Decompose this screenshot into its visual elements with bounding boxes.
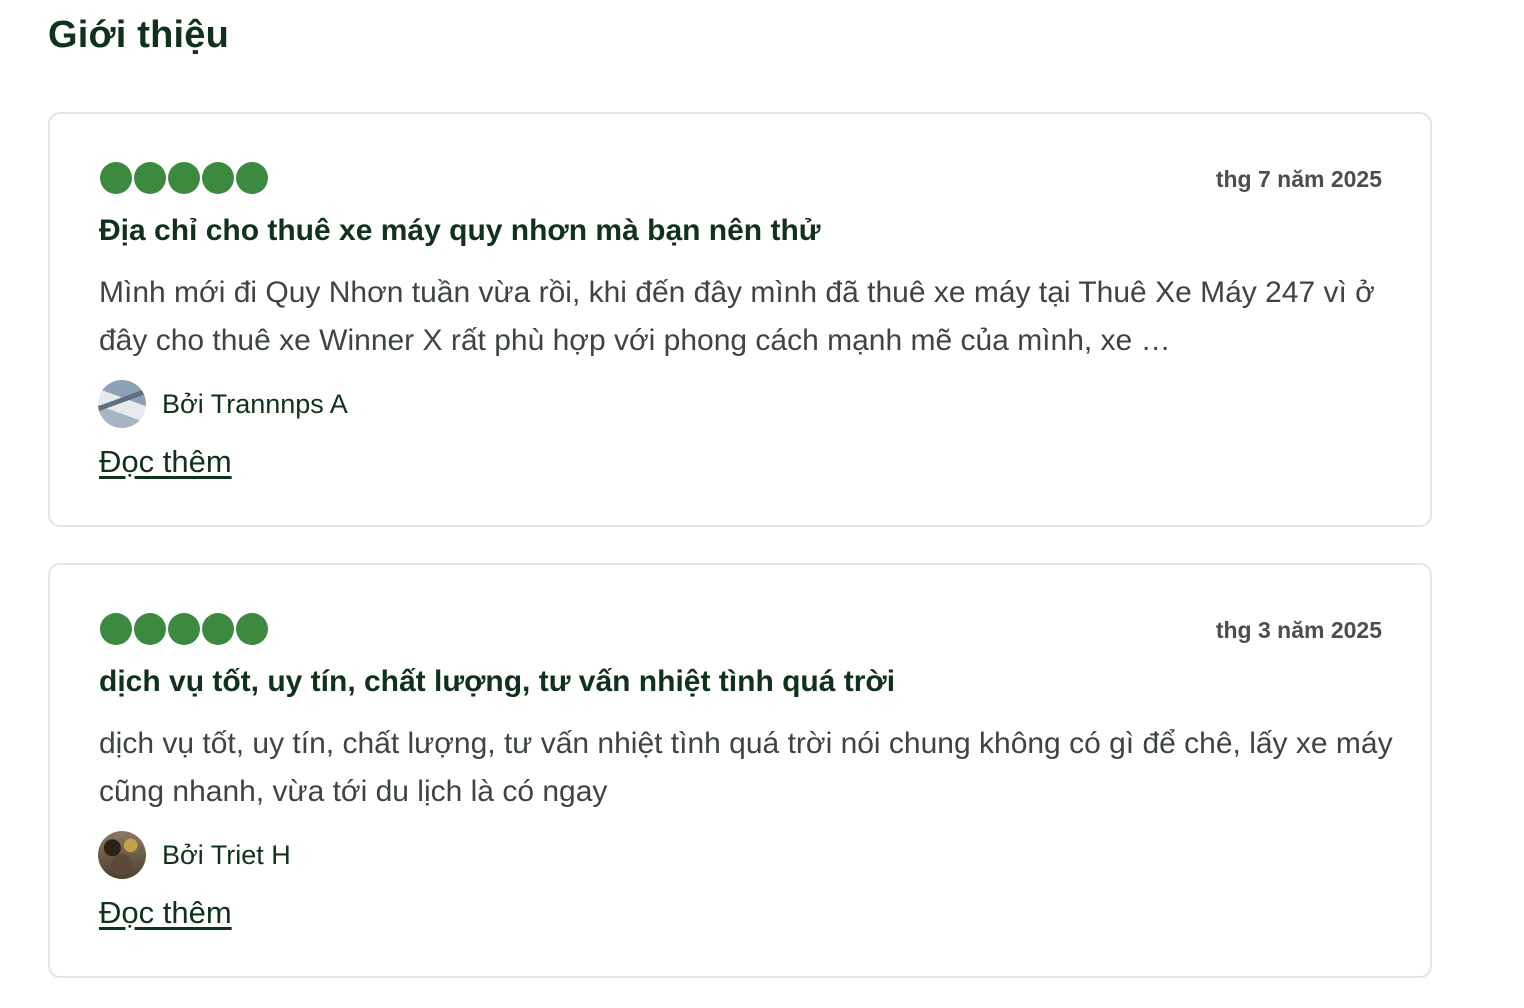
review-card: thg 3 năm 2025 dịch vụ tốt, uy tín, chất…	[48, 563, 1432, 978]
review-author[interactable]: Bởi Triet H	[98, 831, 291, 879]
review-body: Mình mới đi Quy Nhơn tuần vừa rồi, khi đ…	[99, 276, 1375, 357]
rating-bubble-icon	[100, 162, 132, 194]
rating-bubble-icon	[236, 613, 268, 645]
review-author[interactable]: Bởi Trannnps A	[98, 380, 348, 428]
review-title: Địa chỉ cho thuê xe máy quy nhơn mà bạn …	[99, 214, 821, 247]
rating-bubble-icon	[134, 613, 166, 645]
rating-bubble-icon	[100, 613, 132, 645]
review-title: dịch vụ tốt, uy tín, chất lượng, tư vấn …	[99, 665, 896, 698]
avatar[interactable]	[98, 831, 146, 879]
rating-bubble-icon	[134, 162, 166, 194]
rating-bubble-icon	[236, 162, 268, 194]
read-more-link[interactable]: Đọc thêm	[99, 444, 232, 480]
avatar[interactable]	[98, 380, 146, 428]
rating-bubble-icon	[168, 162, 200, 194]
section-title: Giới thiệu	[48, 14, 230, 56]
review-body: dịch vụ tốt, uy tín, chất lượng, tư vấn …	[99, 727, 1393, 808]
author-name: Bởi Trannnps A	[162, 388, 348, 419]
review-card: thg 7 năm 2025 Địa chỉ cho thuê xe máy q…	[48, 112, 1432, 527]
rating-bubble-icon	[202, 162, 234, 194]
rating-bubbles	[100, 162, 268, 194]
review-date: thg 3 năm 2025	[1215, 617, 1382, 643]
author-name: Bởi Triet H	[162, 839, 291, 870]
rating-bubble-icon	[168, 613, 200, 645]
rating-bubbles	[100, 613, 268, 645]
read-more-link[interactable]: Đọc thêm	[99, 895, 232, 931]
rating-bubble-icon	[202, 613, 234, 645]
review-date: thg 7 năm 2025	[1215, 166, 1382, 192]
